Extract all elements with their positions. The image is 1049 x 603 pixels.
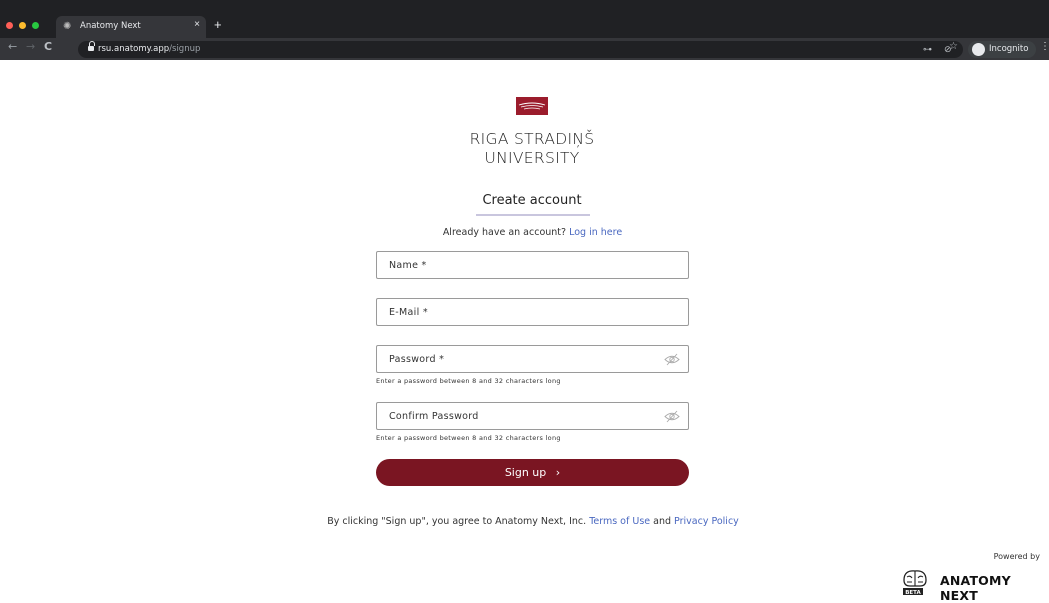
signup-button-label: Sign up: [504, 466, 547, 479]
title-underline: [476, 214, 590, 216]
university-logo: [516, 97, 548, 115]
password-hint: Enter a password between 8 and 32 charac…: [376, 377, 561, 385]
back-arrow-icon[interactable]: ←: [8, 40, 17, 53]
eye-slash-icon[interactable]: [664, 353, 680, 366]
tab-bar: ✺ Anatomy Next × +: [0, 0, 1049, 38]
signup-button[interactable]: Sign up ›: [376, 459, 689, 486]
key-icon[interactable]: ⊶: [923, 45, 932, 55]
powered-by-label: Powered by: [993, 552, 1040, 561]
menu-icon[interactable]: ⋮: [1040, 41, 1049, 52]
login-prompt-text: Already have an account?: [442, 227, 567, 238]
university-name-line2: UNIVERSITY: [484, 149, 580, 167]
login-link[interactable]: Log in here: [569, 227, 622, 238]
password-field[interactable]: Password *: [376, 345, 689, 373]
tab-close-icon[interactable]: ×: [194, 19, 200, 30]
confirm-password-field[interactable]: Confirm Password: [376, 402, 689, 430]
terms-and: and: [653, 516, 672, 527]
confirm-password-hint: Enter a password between 8 and 32 charac…: [376, 434, 561, 442]
anatomy-next-brain-icon: BETA: [903, 570, 927, 596]
incognito-icon: [972, 43, 985, 56]
incognito-badge[interactable]: Incognito: [968, 41, 1036, 58]
terms-of-use-link[interactable]: Terms of Use: [589, 516, 650, 527]
star-icon[interactable]: ☆: [949, 41, 958, 52]
terms-prefix: By clicking "Sign up", you agree to Anat…: [327, 516, 587, 527]
maximize-window-button[interactable]: [32, 22, 39, 29]
browser-toolbar: ← → C rsu.anatomy.app/signup ⊶ ⊘ ☆ Incog…: [0, 38, 1049, 60]
university-name-line1: RIGA STRADIŅŠ: [469, 130, 595, 148]
name-field-label: Name *: [389, 260, 427, 271]
brain-icon: ✺: [63, 21, 72, 32]
lock-icon: [88, 41, 95, 52]
login-prompt: Already have an account? Log in here: [376, 227, 689, 238]
password-field-label: Password *: [389, 354, 445, 365]
close-window-button[interactable]: [6, 22, 13, 29]
tab-title: Anatomy Next: [80, 21, 141, 31]
terms-notice: By clicking "Sign up", you agree to Anat…: [280, 516, 786, 527]
minimize-window-button[interactable]: [19, 22, 26, 29]
signup-page: RIGA STRADIŅŠ UNIVERSITY Create account …: [0, 60, 1049, 603]
privacy-policy-link[interactable]: Privacy Policy: [674, 516, 739, 527]
anatomy-next-brand: ANATOMY NEXT: [940, 573, 1011, 603]
university-name: RIGA STRADIŅŠ UNIVERSITY: [424, 130, 640, 168]
email-field[interactable]: E-Mail *: [376, 298, 689, 326]
email-field-label: E-Mail *: [389, 307, 428, 318]
chevron-right-icon: ›: [555, 466, 561, 479]
name-field[interactable]: Name *: [376, 251, 689, 279]
url-text: rsu.anatomy.app/signup: [98, 44, 201, 54]
confirm-password-field-label: Confirm Password: [389, 411, 479, 422]
tab-anatomy-next[interactable]: ✺ Anatomy Next ×: [56, 16, 206, 38]
browser-chrome: ✺ Anatomy Next × + ← → C rsu.anatomy.app…: [0, 0, 1049, 60]
reload-icon[interactable]: C: [44, 40, 52, 53]
eye-slash-icon[interactable]: [664, 410, 680, 423]
forward-arrow-icon[interactable]: →: [26, 40, 35, 53]
page-title: Create account: [482, 193, 582, 208]
new-tab-button[interactable]: +: [214, 17, 222, 32]
incognito-label: Incognito: [989, 44, 1029, 54]
beta-badge: BETA: [905, 590, 921, 596]
address-bar[interactable]: rsu.anatomy.app/signup ⊶ ⊘: [78, 41, 963, 58]
